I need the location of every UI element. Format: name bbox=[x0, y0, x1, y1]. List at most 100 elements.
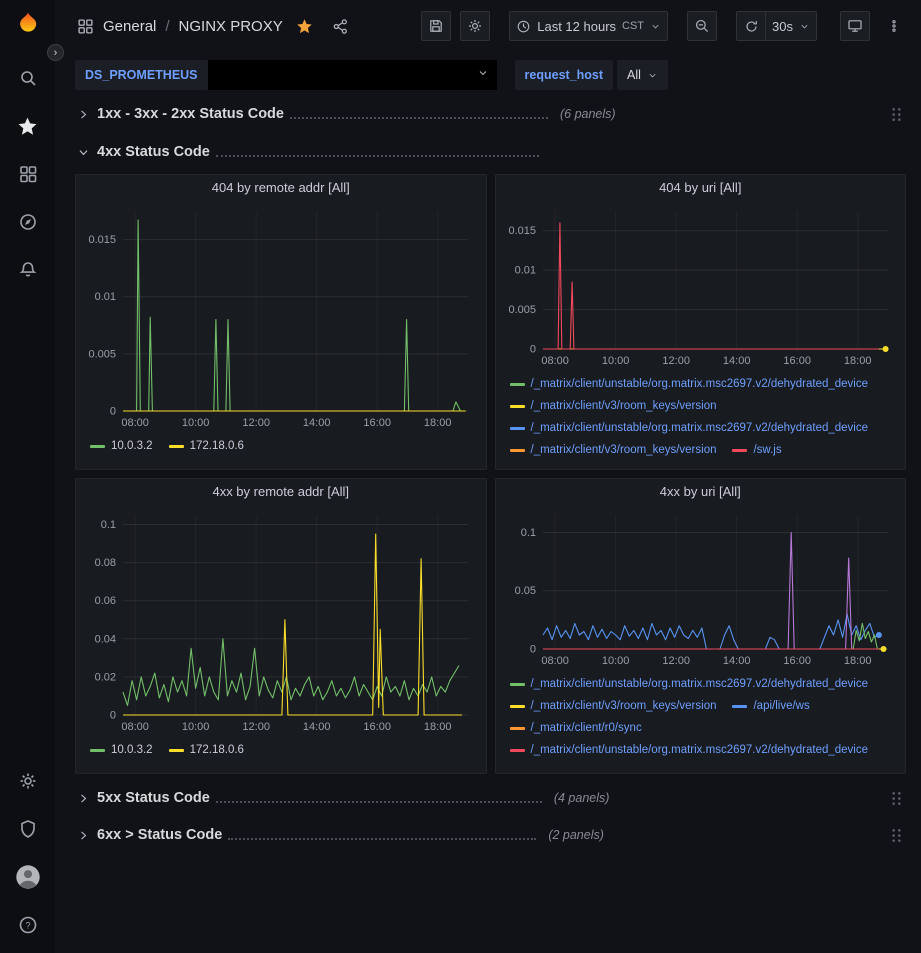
timeseries-chart[interactable]: 00.020.040.060.080.108:0010:0012:0014:00… bbox=[81, 505, 480, 735]
user-avatar[interactable] bbox=[14, 863, 42, 891]
breadcrumb-folder[interactable]: General bbox=[103, 18, 156, 35]
svg-text:14:00: 14:00 bbox=[303, 417, 331, 429]
row-header-4xx[interactable]: 4xx Status Code bbox=[75, 138, 906, 166]
row-drag-handle-icon[interactable] bbox=[886, 825, 906, 845]
svg-text:16:00: 16:00 bbox=[364, 721, 392, 733]
panel-legend: /_matrix/client/unstable/org.matrix.msc2… bbox=[496, 669, 906, 761]
datasource-value-dropdown[interactable] bbox=[208, 60, 497, 90]
row-drag-handle-icon[interactable] bbox=[886, 104, 906, 124]
svg-text:18:00: 18:00 bbox=[424, 721, 452, 733]
timeseries-chart[interactable]: 00.050.108:0010:0012:0014:0016:0018:00 bbox=[501, 505, 900, 669]
svg-text:18:00: 18:00 bbox=[844, 655, 872, 667]
legend-item[interactable]: /api/live/ws bbox=[732, 700, 809, 712]
svg-text:0.005: 0.005 bbox=[89, 348, 117, 360]
grafana-logo-icon[interactable] bbox=[14, 10, 42, 38]
dashboard-toolbar: General / NGINX PROXY bbox=[55, 0, 921, 52]
dashboards-icon[interactable] bbox=[14, 160, 42, 188]
panel-title[interactable]: 4xx by uri [All] bbox=[496, 479, 906, 505]
legend-item[interactable]: 10.0.3.2 bbox=[90, 744, 153, 756]
panel-title[interactable]: 404 by remote addr [All] bbox=[76, 175, 486, 201]
explore-compass-icon[interactable] bbox=[14, 208, 42, 236]
legend-item[interactable]: /_matrix/client/unstable/org.matrix.msc2… bbox=[510, 744, 869, 756]
row-dotted-leader bbox=[216, 155, 539, 157]
legend-swatch-icon bbox=[732, 449, 747, 452]
apps-grid-icon bbox=[77, 18, 94, 35]
request-host-label[interactable]: request_host bbox=[515, 60, 614, 90]
legend-item[interactable]: /_matrix/client/unstable/org.matrix.msc2… bbox=[510, 422, 869, 434]
tv-mode-button[interactable] bbox=[840, 11, 870, 41]
legend-item[interactable]: /_matrix/client/unstable/org.matrix.msc2… bbox=[510, 378, 869, 390]
clock-icon bbox=[516, 19, 531, 34]
alerting-bell-icon[interactable] bbox=[14, 256, 42, 284]
save-dashboard-button[interactable] bbox=[421, 11, 451, 41]
starred-dashboards-icon[interactable] bbox=[14, 112, 42, 140]
legend-item[interactable]: /_matrix/client/r0/sync bbox=[510, 722, 642, 734]
refresh-interval-dropdown[interactable]: 30s bbox=[766, 11, 817, 41]
help-icon[interactable]: ? bbox=[14, 911, 42, 939]
legend-label: /sw.js bbox=[753, 444, 781, 456]
content: General / NGINX PROXY bbox=[55, 0, 921, 953]
variables-row: DS_PROMETHEUS request_host All bbox=[55, 52, 921, 98]
time-range-picker[interactable]: Last 12 hours CST bbox=[509, 11, 668, 41]
legend-item[interactable]: /_matrix/client/v3/room_keys/version bbox=[510, 700, 717, 712]
legend-label: /_matrix/client/unstable/org.matrix.msc2… bbox=[531, 744, 869, 756]
panel-legend: /_matrix/client/unstable/org.matrix.msc2… bbox=[496, 369, 906, 461]
legend-row: /_matrix/client/unstable/org.matrix.msc2… bbox=[510, 739, 900, 761]
legend-item[interactable]: /_matrix/client/v3/room_keys/version bbox=[510, 444, 717, 456]
server-admin-shield-icon[interactable] bbox=[14, 815, 42, 843]
legend-swatch-icon bbox=[510, 427, 525, 430]
datasource-label[interactable]: DS_PROMETHEUS bbox=[75, 60, 208, 90]
panel-title[interactable]: 404 by uri [All] bbox=[496, 175, 906, 201]
panel-title[interactable]: 4xx by remote addr [All] bbox=[76, 479, 486, 505]
legend-item[interactable]: 172.18.0.6 bbox=[169, 744, 244, 756]
legend-row: /_matrix/client/r0/sync bbox=[510, 717, 900, 739]
legend-swatch-icon bbox=[169, 749, 184, 752]
svg-text:0.01: 0.01 bbox=[95, 291, 116, 303]
row-header-6xx[interactable]: 6xx > Status Code (2 panels) bbox=[75, 821, 906, 849]
legend-row: /_matrix/client/v3/room_keys/version bbox=[510, 395, 900, 417]
row-dotted-leader bbox=[290, 117, 548, 119]
row-header-1xx-3xx-2xx[interactable]: 1xx - 3xx - 2xx Status Code (6 panels) bbox=[75, 100, 906, 128]
dashboard-settings-button[interactable] bbox=[460, 11, 490, 41]
row-header-5xx[interactable]: 5xx Status Code (4 panels) bbox=[75, 784, 906, 812]
legend-row: /_matrix/client/v3/room_keys/version/sw.… bbox=[510, 439, 900, 461]
svg-text:08:00: 08:00 bbox=[122, 417, 150, 429]
legend-swatch-icon bbox=[169, 445, 184, 448]
refresh-group: 30s bbox=[736, 11, 817, 41]
settings-gear-icon[interactable] bbox=[14, 767, 42, 795]
request-host-value: All bbox=[627, 68, 641, 82]
zoom-out-button[interactable] bbox=[687, 11, 717, 41]
svg-text:0: 0 bbox=[110, 406, 116, 418]
legend-label: /_matrix/client/unstable/org.matrix.msc2… bbox=[531, 422, 869, 434]
legend-item[interactable]: /_matrix/client/unstable/org.matrix.msc2… bbox=[510, 678, 869, 690]
svg-text:12:00: 12:00 bbox=[243, 417, 271, 429]
legend-label: /_matrix/client/v3/room_keys/version bbox=[531, 400, 717, 412]
favorite-star-icon[interactable] bbox=[296, 18, 313, 35]
legend-item[interactable]: /_matrix/client/v3/room_keys/version bbox=[510, 400, 717, 412]
timeseries-chart[interactable]: 00.0050.010.01508:0010:0012:0014:0016:00… bbox=[81, 201, 480, 431]
legend-row: /_matrix/client/unstable/org.matrix.msc2… bbox=[510, 673, 900, 695]
share-icon[interactable] bbox=[332, 18, 349, 35]
time-range-label: Last 12 hours bbox=[537, 19, 616, 34]
caret-down-icon bbox=[650, 21, 661, 32]
timeseries-chart[interactable]: 00.0050.010.01508:0010:0012:0014:0016:00… bbox=[501, 201, 900, 369]
refresh-button[interactable] bbox=[736, 11, 766, 41]
panels-grid-4xx: 404 by remote addr [All] 00.0050.010.015… bbox=[75, 174, 906, 774]
kebab-menu-icon[interactable] bbox=[879, 11, 909, 41]
svg-text:12:00: 12:00 bbox=[662, 355, 690, 367]
sidebar-expand-button[interactable]: › bbox=[47, 44, 64, 61]
legend-item[interactable]: /sw.js bbox=[732, 444, 781, 456]
panel-404-by-remote-addr: 404 by remote addr [All] 00.0050.010.015… bbox=[75, 174, 487, 470]
request-host-dropdown[interactable]: All bbox=[617, 60, 668, 90]
legend-item[interactable]: 10.0.3.2 bbox=[90, 440, 153, 452]
chevron-down-icon bbox=[75, 146, 91, 159]
svg-text:14:00: 14:00 bbox=[723, 355, 751, 367]
legend-label: /_matrix/client/v3/room_keys/version bbox=[531, 700, 717, 712]
breadcrumb-dashboard-title[interactable]: NGINX PROXY bbox=[179, 18, 283, 35]
search-icon[interactable] bbox=[14, 64, 42, 92]
row-drag-handle-icon[interactable] bbox=[886, 788, 906, 808]
toolbar-actions: Last 12 hours CST 30s bbox=[421, 11, 909, 41]
caret-down-icon bbox=[799, 21, 810, 32]
legend-item[interactable]: 172.18.0.6 bbox=[169, 440, 244, 452]
svg-text:0.1: 0.1 bbox=[520, 527, 535, 539]
